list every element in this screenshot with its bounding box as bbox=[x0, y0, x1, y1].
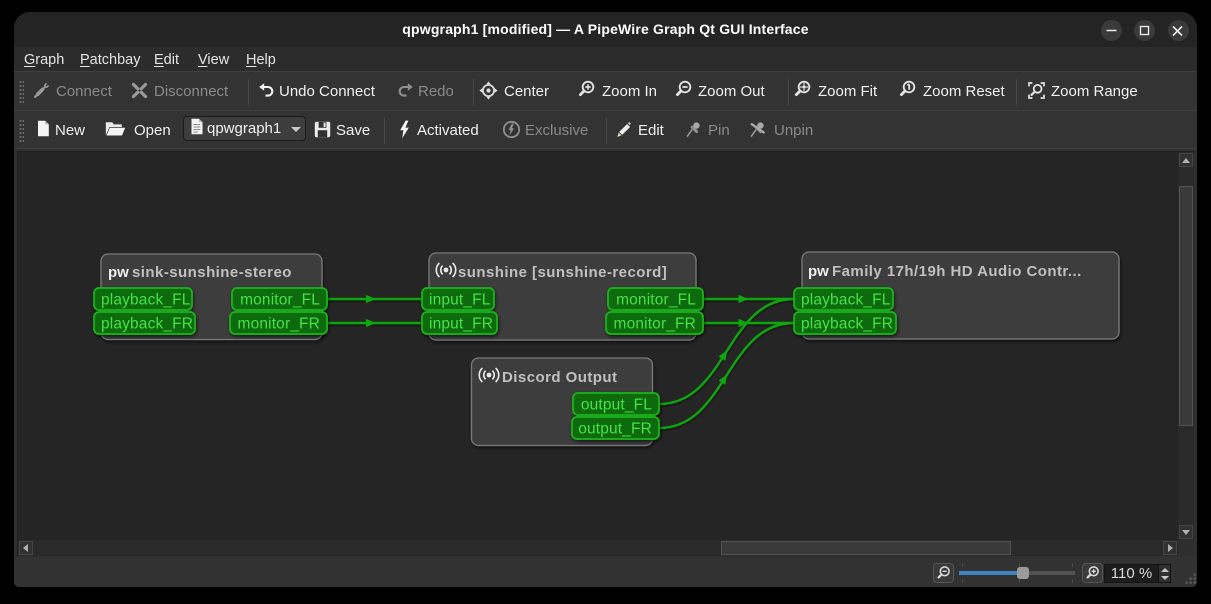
svg-text:pw: pw bbox=[108, 264, 129, 281]
svg-text:input_FL: input_FL bbox=[429, 292, 491, 309]
svg-text:monitor_FR: monitor_FR bbox=[238, 316, 320, 333]
svg-text:playback_FR: playback_FR bbox=[101, 316, 193, 333]
svg-text:pw: pw bbox=[808, 263, 829, 280]
svg-text:output_FL: output_FL bbox=[581, 397, 652, 414]
svg-text:sunshine [sunshine-record]: sunshine [sunshine-record] bbox=[458, 264, 667, 281]
svg-text:playback_FL: playback_FL bbox=[801, 292, 891, 309]
svg-text:input_FR: input_FR bbox=[429, 316, 493, 333]
svg-text:output_FR: output_FR bbox=[578, 421, 652, 438]
svg-text:sink-sunshine-stereo: sink-sunshine-stereo bbox=[132, 264, 292, 281]
svg-text:Discord Output: Discord Output bbox=[502, 369, 617, 386]
svg-text:monitor_FR: monitor_FR bbox=[614, 316, 696, 333]
svg-text:playback_FL: playback_FL bbox=[101, 292, 191, 309]
svg-text:monitor_FL: monitor_FL bbox=[240, 292, 320, 309]
svg-text:playback_FR: playback_FR bbox=[801, 316, 893, 333]
svg-text:Family 17h/19h HD Audio Contr.: Family 17h/19h HD Audio Contr... bbox=[832, 263, 1082, 280]
svg-text:monitor_FL: monitor_FL bbox=[616, 292, 696, 309]
